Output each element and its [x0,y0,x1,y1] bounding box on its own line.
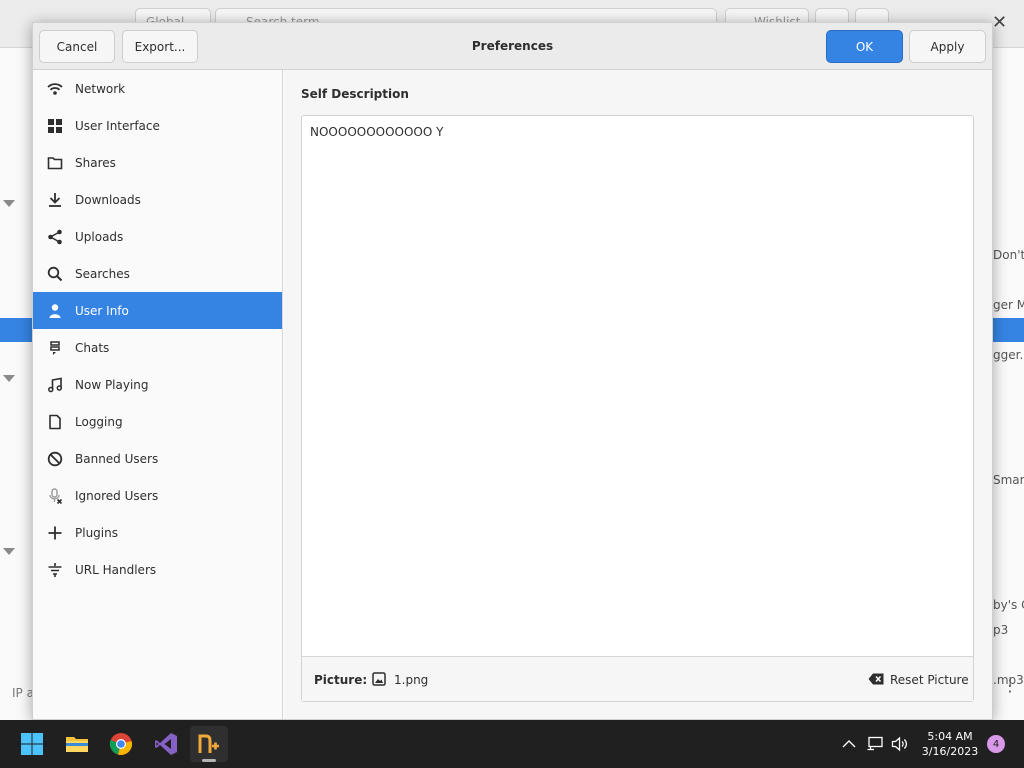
volume-icon[interactable] [891,736,909,752]
sidebar-item-plugins[interactable]: Plugins [33,514,282,551]
sidebar-item-logging[interactable]: Logging [33,403,282,440]
wifi-icon [47,81,63,97]
start-icon [21,733,43,755]
sidebar-item-user-interface[interactable]: User Interface [33,107,282,144]
background-selected-row [0,318,34,342]
folder-icon [47,155,63,171]
apply-button[interactable]: Apply [909,30,986,63]
sidebar-item-label: Shares [75,155,116,170]
sidebar-item-label: Logging [75,414,123,429]
self-description-textarea[interactable]: NOOOOOOOOOOOO Y Picture: 1.png Reset Pic… [301,115,974,702]
sidebar-item-now-playing[interactable]: Now Playing [33,366,282,403]
search-icon [47,266,63,282]
sidebar-item-label: Now Playing [75,377,149,392]
sidebar-item-label: Plugins [75,525,118,540]
visual-studio-button[interactable] [147,726,185,762]
background-kebab-icon: ⋮ [1002,676,1018,695]
nicotine-icon [198,734,219,753]
preferences-dialog: Cancel Export... Preferences OK Apply Ne… [32,22,993,720]
file-explorer-icon [66,737,88,752]
background-status-text: IP a [12,686,34,700]
download-icon [47,192,63,208]
visual-studio-icon [155,733,177,755]
share-icon [47,229,63,245]
ban-icon [47,451,63,467]
image-icon[interactable] [372,672,386,686]
sidebar-item-ignored-users[interactable]: Ignored Users [33,477,282,514]
dialog-header: Cancel Export... Preferences OK Apply [33,23,992,70]
reset-picture-button[interactable]: Reset Picture [890,673,969,687]
background-result-text: ger M [993,298,1024,312]
chevron-up-icon[interactable] [840,736,858,752]
clock-time: 5:04 AM [927,730,973,743]
sidebar-item-label: Ignored Users [75,488,159,503]
sidebar-item-label: Chats [75,340,110,355]
notification-badge[interactable]: 4 [987,735,1005,753]
user-info-panel: Self Description NOOOOOOOOOOOO Y Picture… [284,70,992,719]
sidebar-item-label: URL Handlers [75,562,157,577]
music-icon [47,377,63,393]
file-explorer-button[interactable] [58,726,96,762]
sidebar-item-label: Banned Users [75,451,159,466]
background-close-icon: ✕ [992,12,1008,33]
sidebar-item-label: Downloads [75,192,141,207]
sidebar-item-user-info[interactable]: User Info [33,292,282,329]
sidebar-item-label: User Info [75,303,129,318]
picture-row: Picture: 1.png Reset Picture [302,656,973,701]
background-result-text: by's Ch [993,598,1024,612]
document-icon [47,414,63,430]
ok-button[interactable]: OK [826,30,903,63]
plus-icon [47,525,63,541]
chrome-icon [109,733,132,755]
start-button[interactable] [13,726,51,762]
filter-icon [47,562,63,578]
sidebar-item-shares[interactable]: Shares [33,144,282,181]
sidebar-item-label: Network [75,81,126,96]
clear-icon[interactable] [868,673,884,685]
person-icon [47,303,63,319]
network-icon[interactable] [866,736,884,752]
sidebar-item-chats[interactable]: Chats [33,329,282,366]
picture-file-chooser[interactable]: 1.png [394,673,428,687]
background-result-text: gger.m [993,348,1024,362]
sidebar-item-url-handlers[interactable]: URL Handlers [33,551,282,588]
self-description-text[interactable]: NOOOOOOOOOOOO Y [310,125,443,139]
grid-icon [47,118,63,134]
background-result-text: p3 [993,623,1009,637]
active-app-indicator [202,759,216,762]
sidebar-item-label: User Interface [75,118,160,133]
sidebar-item-label: Uploads [75,229,124,244]
preferences-sidebar: Network User Interface Shares Downloads … [33,70,283,719]
taskbar: 5:04 AM 3/16/2023 [0,720,1024,768]
sidebar-item-banned-users[interactable]: Banned Users [33,440,282,477]
sidebar-item-uploads[interactable]: Uploads [33,218,282,255]
sidebar-item-label: Searches [75,266,130,281]
clock-date: 3/16/2023 [921,745,979,758]
nicotine-button[interactable] [190,726,228,762]
mic-off-icon [47,487,63,504]
sidebar-item-searches[interactable]: Searches [33,255,282,292]
background-selected-row-right [992,318,1024,342]
picture-label: Picture: [314,673,368,687]
sidebar-item-network[interactable]: Network [33,70,282,107]
chrome-button[interactable] [102,726,140,762]
sidebar-item-downloads[interactable]: Downloads [33,181,282,218]
clock[interactable]: 5:04 AM 3/16/2023 [918,729,982,759]
chat-icon [47,340,63,356]
section-title: Self Description [301,87,409,101]
background-result-text: Smart [993,473,1024,487]
background-result-text: Don't [993,248,1024,262]
